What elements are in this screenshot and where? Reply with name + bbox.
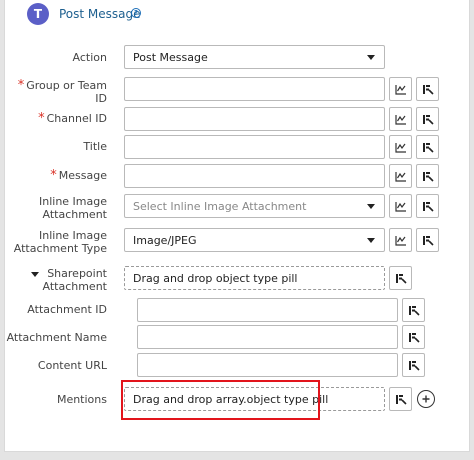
inline-attachment-pill-button[interactable]	[416, 194, 439, 218]
sharepoint-attachment-pill-button[interactable]	[389, 266, 412, 290]
group-id-formula-button[interactable]	[389, 77, 412, 101]
inline-attachment-type-pill-button[interactable]	[416, 228, 439, 252]
title-label: Title	[83, 140, 107, 153]
pill-picker-icon	[408, 305, 420, 316]
pill-picker-icon	[422, 235, 434, 246]
help-icon[interactable]: ?	[131, 8, 141, 18]
message-input[interactable]	[124, 164, 385, 188]
mentions-pill-button[interactable]	[389, 387, 412, 411]
action-select[interactable]: Post Message	[124, 45, 385, 69]
inline-attachment-type-formula-button[interactable]	[389, 228, 412, 252]
pill-picker-icon	[422, 171, 434, 182]
group-id-pill-button[interactable]	[416, 77, 439, 101]
mentions-label: Mentions	[56, 393, 107, 406]
channel-id-input[interactable]	[124, 107, 385, 131]
inline-attachment-select[interactable]: Select Inline Image Attachment	[124, 194, 385, 218]
chevron-down-icon	[367, 55, 375, 60]
mentions-dropzone[interactable]: Drag and drop array.object type pill	[124, 387, 385, 411]
message-pill-button[interactable]	[416, 164, 439, 188]
group-id-label: * Group or Team ID	[17, 78, 107, 105]
attachment-id-input[interactable]	[137, 298, 398, 322]
content-url-input[interactable]	[137, 353, 398, 377]
collapse-toggle-icon[interactable]	[31, 272, 39, 277]
pill-picker-icon	[395, 273, 407, 284]
chevron-down-icon	[367, 238, 375, 243]
attachment-id-label: Attachment ID	[27, 303, 107, 316]
inline-attachment-type-value: Image/JPEG	[133, 233, 197, 247]
message-formula-button[interactable]	[389, 164, 412, 188]
title-formula-button[interactable]	[389, 135, 412, 159]
action-select-value: Post Message	[133, 50, 208, 64]
channel-id-formula-button[interactable]	[389, 107, 412, 131]
pill-picker-icon	[422, 84, 434, 95]
pill-picker-icon	[395, 394, 407, 405]
content-url-label: Content URL	[37, 359, 107, 372]
formula-icon	[394, 171, 406, 182]
attachment-name-label: Attachment Name	[6, 331, 107, 344]
channel-id-pill-button[interactable]	[416, 107, 439, 131]
attachment-name-input[interactable]	[137, 325, 398, 349]
group-id-input[interactable]	[124, 77, 385, 101]
formula-icon	[394, 84, 406, 95]
attachment-name-pill-button[interactable]	[402, 325, 425, 349]
add-circle-icon[interactable]	[417, 390, 435, 408]
inline-attachment-type-label: Inline Image Attachment Type	[13, 229, 107, 255]
formula-icon	[394, 114, 406, 125]
plus-icon	[422, 395, 430, 403]
pill-picker-icon	[422, 201, 434, 212]
form-panel: T Post Message ? Action Post Message * Gr…	[4, 0, 470, 452]
mentions-placeholder: Drag and drop array.object type pill	[133, 392, 329, 406]
message-label: * Message	[50, 168, 107, 183]
sharepoint-attachment-label: Sharepoint Attachment	[42, 267, 108, 293]
channel-id-label: * Channel ID	[38, 111, 107, 126]
formula-icon	[394, 142, 406, 153]
title-input[interactable]	[124, 135, 385, 159]
pill-picker-icon	[408, 360, 420, 371]
inline-attachment-label: Inline Image Attachment	[38, 195, 107, 221]
action-label: Action	[72, 51, 107, 64]
content-url-pill-button[interactable]	[402, 353, 425, 377]
chevron-down-icon	[367, 204, 375, 209]
sharepoint-attachment-placeholder: Drag and drop object type pill	[133, 271, 298, 285]
pill-picker-icon	[422, 114, 434, 125]
attachment-id-pill-button[interactable]	[402, 298, 425, 322]
formula-icon	[394, 235, 406, 246]
pill-picker-icon	[408, 332, 420, 343]
inline-attachment-formula-button[interactable]	[389, 194, 412, 218]
required-marker: *	[38, 111, 45, 126]
required-marker: *	[17, 78, 25, 93]
inline-attachment-type-select[interactable]: Image/JPEG	[124, 228, 385, 252]
teams-logo-icon: T	[27, 3, 49, 25]
title-pill-button[interactable]	[416, 135, 439, 159]
formula-icon	[394, 201, 406, 212]
inline-attachment-placeholder: Select Inline Image Attachment	[133, 199, 307, 213]
page-title: Post Message	[59, 7, 141, 21]
pill-picker-icon	[422, 142, 434, 153]
required-marker: *	[50, 168, 57, 183]
sharepoint-attachment-dropzone[interactable]: Drag and drop object type pill	[124, 266, 385, 290]
